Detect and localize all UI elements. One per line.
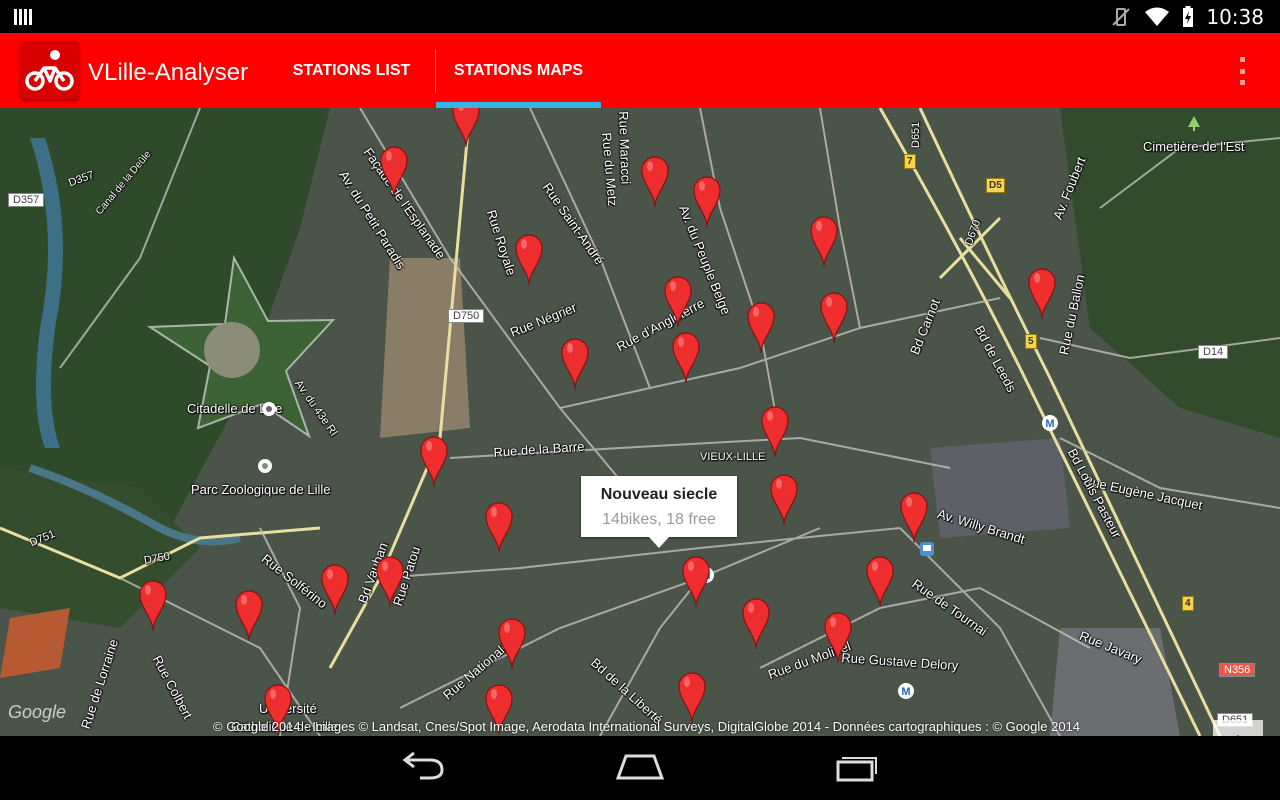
station-marker-pin[interactable] — [899, 490, 929, 544]
station-info-window[interactable]: Nouveau siecle 14bikes, 18 free — [581, 476, 737, 548]
station-marker-pin[interactable] — [484, 500, 514, 554]
signal-bars-icon — [14, 9, 32, 25]
road-shield-7: 7 — [904, 154, 916, 169]
road-shield-d750: D750 — [448, 309, 485, 323]
map-label-rue-maracci: Rue Maracci — [616, 111, 634, 185]
station-marker-pin[interactable] — [1027, 266, 1057, 320]
zoom-in-button[interactable]: + — [1213, 720, 1263, 736]
back-icon[interactable] — [394, 748, 454, 788]
navigation-bar — [0, 736, 1280, 800]
zoo-landmark-icon — [258, 459, 272, 473]
station-marker-pin[interactable] — [741, 596, 771, 650]
home-icon[interactable] — [610, 748, 670, 788]
station-marker-pin[interactable] — [823, 610, 853, 664]
station-marker-pin[interactable] — [375, 554, 405, 608]
map-label-cimetiere: Cimetière de l'Est — [1143, 139, 1245, 154]
station-marker-pin[interactable] — [692, 174, 722, 228]
station-marker-pin[interactable] — [760, 404, 790, 458]
wifi-icon — [1145, 7, 1170, 26]
app-title: VLille-Analyser — [88, 59, 249, 86]
station-marker-pin[interactable] — [769, 472, 799, 526]
road-shield-n356: N356 — [1219, 663, 1256, 677]
station-availability: 14bikes, 18 free — [602, 511, 716, 528]
station-marker-pin[interactable] — [497, 616, 527, 670]
action-bar: VLille-Analyser STATIONS LIST STATIONS M… — [0, 33, 1280, 108]
stations-map[interactable]: Citadelle de Lille Parc Zoologique de Li… — [0, 108, 1280, 736]
road-shield-d14: D14 — [1198, 345, 1229, 359]
station-marker-pin[interactable] — [819, 290, 849, 344]
google-logo: Google — [8, 702, 67, 722]
recent-apps-icon[interactable] — [826, 748, 886, 788]
station-marker-pin[interactable] — [138, 578, 168, 632]
station-marker-pin[interactable] — [451, 108, 481, 148]
station-marker-pin[interactable] — [663, 274, 693, 328]
vibrate-icon — [1112, 7, 1131, 26]
map-label-zoo: Parc Zoologique de Lille — [191, 482, 331, 497]
road-shield-4: 4 — [1182, 596, 1194, 611]
station-marker-pin[interactable] — [379, 144, 409, 198]
metro-station-icon: M — [1042, 415, 1058, 431]
station-marker-pin[interactable] — [640, 154, 670, 208]
road-shield-5: 5 — [1025, 334, 1037, 349]
tab-stations-maps-label: STATIONS MAPS — [453, 61, 584, 79]
station-marker-pin[interactable] — [514, 232, 544, 286]
map-label-vieux-lille: VIEUX-LILLE — [700, 451, 766, 463]
station-marker-pin[interactable] — [560, 336, 590, 390]
status-bar: 10:38 — [0, 0, 1280, 33]
zoom-controls: + − — [1213, 720, 1263, 736]
station-marker-pin[interactable] — [746, 300, 776, 354]
station-name: Nouveau siecle — [600, 486, 718, 503]
citadel-landmark-icon — [262, 402, 276, 416]
station-marker-pin[interactable] — [809, 214, 839, 268]
clock: 10:38 — [1206, 4, 1264, 29]
tab-stations-list-label: STATIONS LIST — [292, 61, 411, 79]
cemetery-icon — [1188, 116, 1200, 131]
info-window-pointer — [649, 537, 669, 548]
metro-station-icon: M — [898, 683, 914, 699]
tab-stations-maps[interactable]: STATIONS MAPS — [436, 33, 601, 108]
station-marker-pin[interactable] — [677, 670, 707, 724]
overflow-menu-icon[interactable] — [1240, 57, 1246, 85]
battery-charging-icon — [1183, 5, 1194, 27]
road-shield-d5: D5 — [986, 178, 1005, 193]
station-marker-pin[interactable] — [419, 434, 449, 488]
app-logo-bicycle-icon[interactable] — [20, 41, 79, 99]
map-label-d651: D651 — [910, 121, 922, 148]
station-marker-pin[interactable] — [234, 588, 264, 642]
svg-text:M: M — [1045, 418, 1054, 430]
tab-stations-list[interactable]: STATIONS LIST — [270, 33, 433, 108]
station-marker-pin[interactable] — [681, 554, 711, 608]
station-marker-pin[interactable] — [671, 330, 701, 384]
station-marker-pin[interactable] — [320, 562, 350, 616]
road-shield-d357: D357 — [8, 193, 45, 207]
svg-text:M: M — [901, 686, 910, 698]
station-marker-pin[interactable] — [865, 554, 895, 608]
map-copyright: © Google 2014 - Images © Landsat, Cnes/S… — [213, 719, 1081, 734]
